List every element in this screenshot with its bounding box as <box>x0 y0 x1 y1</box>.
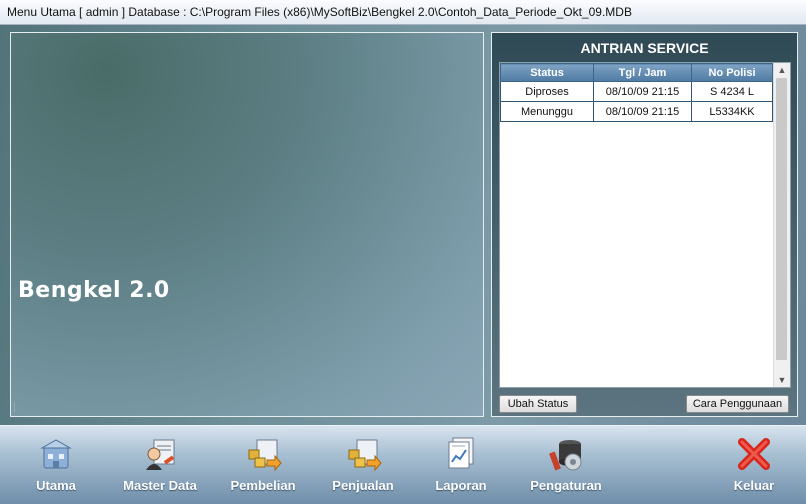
scroll-up-icon[interactable]: ▲ <box>774 63 790 77</box>
hero-panel: Bengkel 2.0 <box>10 32 484 417</box>
table-row[interactable]: Menunggu 08/10/09 21:15 L5334KK <box>500 101 773 122</box>
toolbar-laporan[interactable]: Laporan <box>428 434 494 493</box>
toolbar-keluar[interactable]: Keluar <box>726 434 782 493</box>
toolbar-label: Pembelian <box>230 478 296 493</box>
toolbar-label: Keluar <box>733 478 775 493</box>
master-data-icon <box>140 434 180 474</box>
cell-plate[interactable]: L5334KK <box>691 101 773 122</box>
toolbar-label: Penjualan <box>332 478 394 493</box>
column-header-plate[interactable]: No Polisi <box>691 63 773 82</box>
change-status-button[interactable]: Ubah Status <box>499 395 577 413</box>
queue-panel: ANTRIAN SERVICE Status Tgl / Jam No Poli… <box>491 32 798 417</box>
toolbar-label: Master Data <box>123 478 197 493</box>
toolbar-pengaturan[interactable]: Pengaturan <box>528 434 604 493</box>
toolbar-master-data[interactable]: Master Data <box>120 434 200 493</box>
column-header-status[interactable]: Status <box>500 63 594 82</box>
scroll-thumb[interactable] <box>776 78 787 360</box>
toolbar-utama[interactable]: Utama <box>28 434 84 493</box>
sales-icon <box>343 434 383 474</box>
toolbar-pembelian[interactable]: Pembelian <box>228 434 298 493</box>
cell-plate[interactable]: S 4234 L <box>691 81 773 102</box>
cell-date-time[interactable]: 08/10/09 21:15 <box>593 81 692 102</box>
cell-date-time[interactable]: 08/10/09 21:15 <box>593 101 692 122</box>
purchase-icon <box>243 434 283 474</box>
queue-title: ANTRIAN SERVICE <box>580 40 709 56</box>
vertical-scrollbar[interactable]: ▲ ▼ <box>773 63 790 387</box>
window-title: Menu Utama [ admin ] Database : C:\Progr… <box>7 5 632 19</box>
app-name: Bengkel 2.0 <box>18 278 170 303</box>
home-building-icon <box>36 434 76 474</box>
cell-status[interactable]: Diproses <box>500 81 594 102</box>
exit-icon <box>734 434 774 474</box>
main-toolbar: Utama Master Data Pembelian Penjualan La… <box>0 425 806 504</box>
queue-table: Status Tgl / Jam No Polisi Diproses 08/1… <box>500 63 773 122</box>
toolbar-label: Laporan <box>435 478 487 493</box>
toolbar-label: Utama <box>36 478 76 493</box>
table-header-row: Status Tgl / Jam No Polisi <box>500 63 773 82</box>
toolbar-label: Pengaturan <box>530 478 602 493</box>
hero-divider <box>14 402 15 412</box>
settings-icon <box>546 434 586 474</box>
cell-status[interactable]: Menunggu <box>500 101 594 122</box>
help-button[interactable]: Cara Penggunaan <box>686 395 789 413</box>
window-titlebar: Menu Utama [ admin ] Database : C:\Progr… <box>0 0 806 25</box>
table-row[interactable]: Diproses 08/10/09 21:15 S 4234 L <box>500 81 773 102</box>
report-icon <box>441 434 481 474</box>
toolbar-penjualan[interactable]: Penjualan <box>328 434 398 493</box>
column-header-date-time[interactable]: Tgl / Jam <box>593 63 692 82</box>
scroll-down-icon[interactable]: ▼ <box>774 373 790 387</box>
queue-table-box: Status Tgl / Jam No Polisi Diproses 08/1… <box>499 62 791 388</box>
